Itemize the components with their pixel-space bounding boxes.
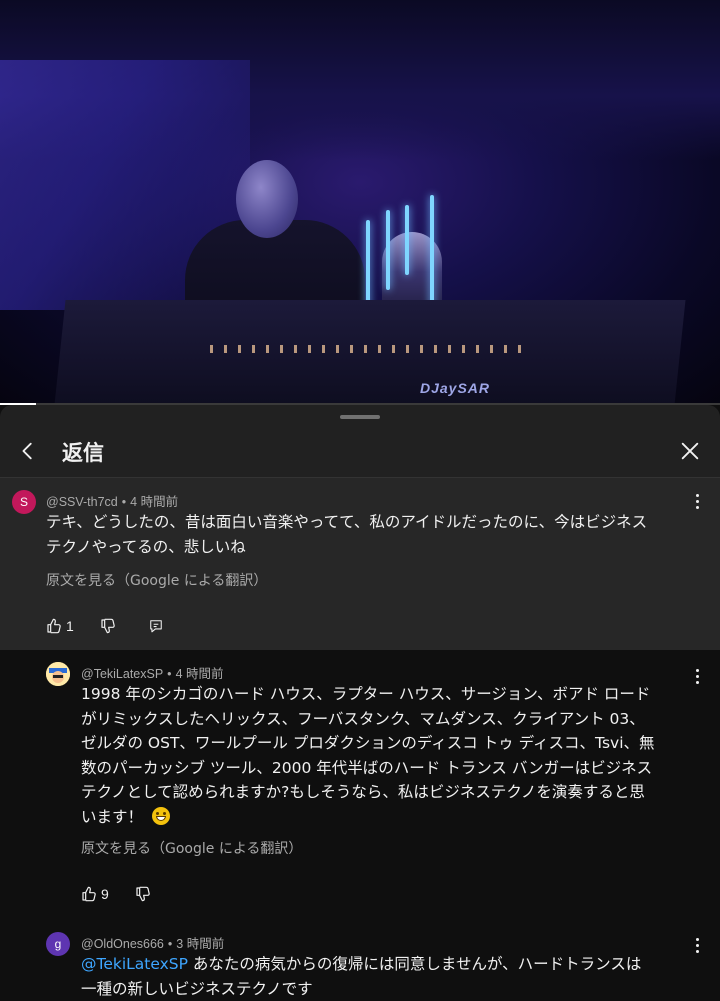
comment-text-line: 数のパーカッシブ ツール、2000 年代半ばのハード トランス バンガーはビジネ… <box>81 756 701 781</box>
panel-title: 返信 <box>62 437 104 467</box>
comment-icon <box>149 618 163 634</box>
comment-text-line: ゼルダの OST、ワールプール プロダクションのディスコ トゥ ディスコ、Tsv… <box>81 731 701 756</box>
avatar-illustration-icon <box>46 662 70 686</box>
desk-brand-text: DJaySAR <box>420 380 490 396</box>
comment-text-fragment: います！ <box>81 808 143 826</box>
see-original-link[interactable]: 原文を見る（Google による翻訳） <box>81 838 302 858</box>
thumbs-up-icon <box>46 618 62 634</box>
meta-separator: • <box>168 937 172 951</box>
comment-meta: @TekiLatexSP • 4 時間前 <box>81 663 224 682</box>
meta-separator: • <box>167 667 171 681</box>
comment-meta: @SSV-th7cd • 4 時間前 <box>46 491 178 510</box>
comment-text-line: 一種の新しいビジネステクノです <box>81 977 701 1001</box>
more-vertical-icon-dot <box>696 675 699 678</box>
comment-time: 4 時間前 <box>176 667 224 681</box>
thumbs-up-icon <box>81 886 97 902</box>
dislike-button[interactable] <box>100 618 116 634</box>
mention-link[interactable]: @TekiLatexSP <box>81 955 188 973</box>
more-vertical-icon <box>696 669 699 672</box>
grinning-emoji-icon <box>152 807 170 825</box>
desk-lights <box>210 345 530 353</box>
drag-handle[interactable] <box>340 415 380 419</box>
comment-text-line: @TekiLatexSP あなたの病気からの復帰には同意しませんが、ハードトラン… <box>81 952 701 977</box>
comment-time: 4 時間前 <box>130 495 178 509</box>
comment-meta: @OldOnes666 • 3 時間前 <box>81 933 224 952</box>
comment-text-line: テクノとして認められますか?もしそうなら、私はビジネステクノを演奏すると思 <box>81 780 701 805</box>
comment-text: @TekiLatexSP あなたの病気からの復帰には同意しませんが、ハードトラン… <box>81 952 701 1001</box>
comment-author[interactable]: @SSV-th7cd <box>46 495 118 509</box>
more-vertical-icon <box>696 494 699 497</box>
comment-text-line: テクノやってるの、悲しいね <box>46 535 706 560</box>
more-vertical-icon-dot <box>696 944 699 947</box>
avatar[interactable] <box>46 662 70 686</box>
meta-separator: • <box>122 495 126 509</box>
more-vertical-icon-dot <box>696 506 699 509</box>
like-count: 1 <box>66 618 74 634</box>
avatar[interactable]: S <box>12 490 36 514</box>
comment-text: 1998 年のシカゴのハード ハウス、ラプター ハウス、サージョン、ボアド ロー… <box>81 682 701 829</box>
like-button[interactable]: 9 <box>81 886 109 902</box>
stage-light <box>386 210 390 290</box>
more-vertical-icon <box>696 938 699 941</box>
panel-header: 返信 <box>0 427 720 475</box>
more-vertical-icon-dot <box>696 500 699 503</box>
comment-text-fragment: あなたの病気からの復帰には同意しませんが、ハードトランスは <box>188 955 641 973</box>
thumbs-down-icon <box>100 618 116 634</box>
comment-time: 3 時間前 <box>176 937 224 951</box>
chevron-left-icon <box>17 440 39 462</box>
comment-more-button[interactable] <box>689 490 705 512</box>
thumbs-down-icon <box>135 886 151 902</box>
stage-light <box>405 205 409 275</box>
see-original-link[interactable]: 原文を見る（Google による翻訳） <box>46 570 267 590</box>
dj-head <box>236 160 298 238</box>
comment-text: テキ、どうしたの、昔は面白い音楽やってて、私のアイドルだったのに、今はビジネス … <box>46 510 706 559</box>
close-icon <box>679 440 701 462</box>
dislike-button[interactable] <box>135 886 151 902</box>
replies-panel: 返信 S @SSV-th7cd • 4 時間前 テキ、どうしたの、昔は面白い音楽やっ… <box>0 405 720 1000</box>
comment-text-line: 1998 年のシカゴのハード ハウス、ラプター ハウス、サージョン、ボアド ロー… <box>81 682 701 707</box>
reply-button[interactable] <box>149 618 163 634</box>
replies-list: @TekiLatexSP • 4 時間前 1998 年のシカゴのハード ハウス、ラプ… <box>0 650 720 1000</box>
comment-author[interactable]: @OldOnes666 <box>81 937 164 951</box>
comment-text-line: がリミックスしたヘリックス、フーバスタンク、マムダンス、クライアント 03、 <box>81 707 701 732</box>
comment-author[interactable]: @TekiLatexSP <box>81 667 163 681</box>
avatar[interactable]: g <box>46 932 70 956</box>
close-button[interactable] <box>674 435 706 467</box>
like-count: 9 <box>101 886 109 902</box>
like-button[interactable]: 1 <box>46 618 74 634</box>
back-button[interactable] <box>12 435 44 467</box>
comment-text-line-last: います！ <box>81 805 701 830</box>
parent-comment: S @SSV-th7cd • 4 時間前 テキ、どうしたの、昔は面白い音楽やってて、… <box>0 478 720 650</box>
video-player[interactable]: DJaySAR <box>0 0 720 405</box>
comment-text-line: テキ、どうしたの、昔は面白い音楽やってて、私のアイドルだったのに、今はビジネス <box>46 510 706 535</box>
